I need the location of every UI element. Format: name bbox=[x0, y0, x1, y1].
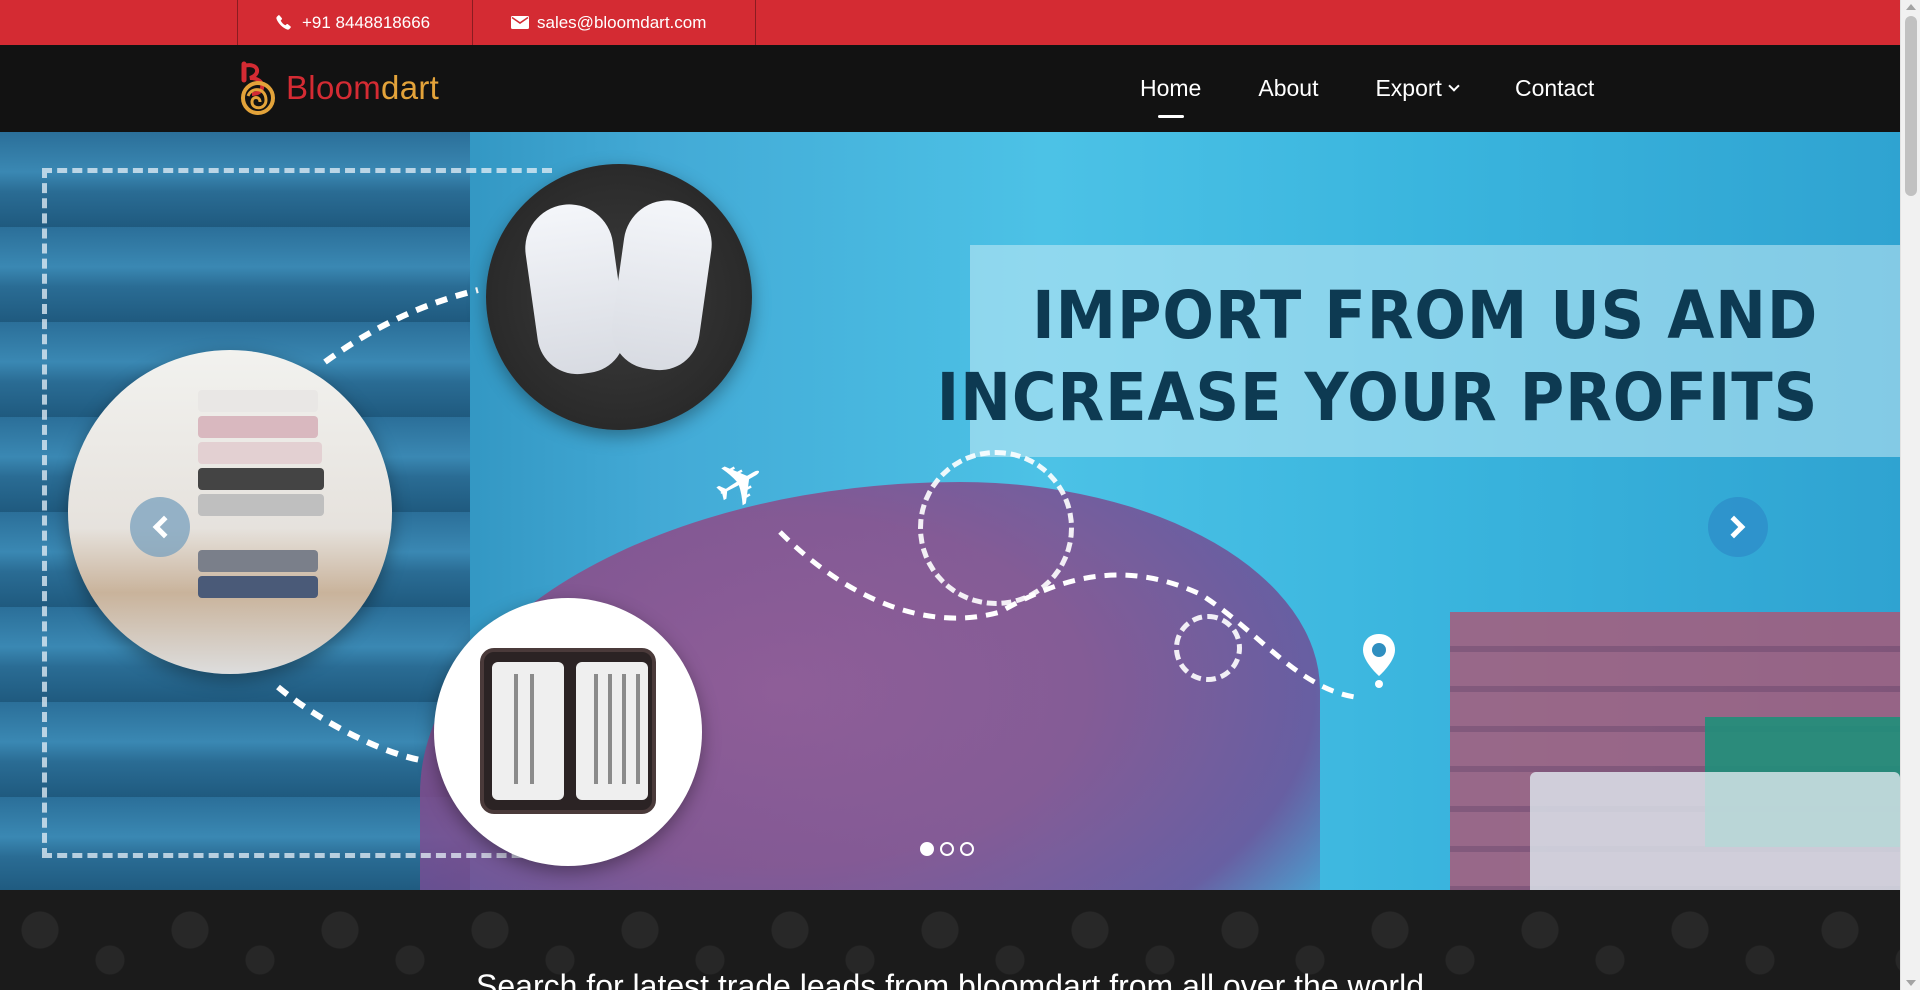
manicure-kit-image bbox=[434, 598, 702, 866]
chevron-right-icon bbox=[1722, 515, 1746, 539]
nav-export-label: Export bbox=[1375, 75, 1442, 101]
slider-prev-button[interactable] bbox=[130, 497, 190, 557]
nav-home[interactable]: Home bbox=[1140, 75, 1202, 118]
contact-bar: +91 8448818666 sales@bloomdart.com bbox=[0, 0, 1900, 45]
chevron-down-icon bbox=[1448, 79, 1460, 92]
scroll-down-icon[interactable] bbox=[1906, 980, 1916, 986]
location-pin-icon bbox=[1363, 634, 1395, 688]
mail-icon bbox=[511, 16, 529, 29]
nav-contact[interactable]: Contact bbox=[1515, 75, 1594, 102]
towels-image bbox=[68, 350, 392, 674]
slider-dot-2[interactable] bbox=[940, 842, 954, 856]
nav-about-label: About bbox=[1258, 75, 1319, 101]
nav-about[interactable]: About bbox=[1258, 75, 1318, 102]
phone-number[interactable]: +91 8448818666 bbox=[302, 13, 430, 33]
slider-pagination bbox=[920, 842, 974, 856]
page-scrollbar[interactable] bbox=[1900, 0, 1920, 990]
email-address[interactable]: sales@bloomdart.com bbox=[537, 13, 706, 33]
scrollbar-thumb[interactable] bbox=[1905, 16, 1917, 196]
bloomdart-logo-icon bbox=[241, 61, 275, 115]
phone-contact[interactable]: +91 8448818666 bbox=[237, 0, 473, 45]
chevron-left-icon bbox=[152, 515, 176, 539]
brand-name: Bloomdart bbox=[286, 69, 439, 107]
slider-next-button[interactable] bbox=[1708, 497, 1768, 557]
hero-slider: IMPORT FROM US AND INCREASE YOUR PROFITS… bbox=[0, 132, 1900, 890]
scroll-up-icon[interactable] bbox=[1906, 4, 1916, 10]
search-section-heading: Search for latest trade leads from bloom… bbox=[476, 968, 1424, 990]
slider-dot-3[interactable] bbox=[960, 842, 974, 856]
nav-home-label: Home bbox=[1140, 75, 1202, 101]
trade-search-section: Search for latest trade leads from bloom… bbox=[0, 890, 1900, 990]
phone-icon bbox=[276, 15, 291, 30]
main-nav: Home About Export Contact bbox=[1140, 45, 1594, 132]
slippers-image bbox=[486, 164, 752, 430]
nav-contact-label: Contact bbox=[1514, 75, 1595, 101]
nav-export[interactable]: Export bbox=[1375, 75, 1460, 102]
brand-logo[interactable]: Bloomdart bbox=[236, 60, 439, 116]
brand-name-part2: dart bbox=[381, 69, 440, 106]
site-header: Bloomdart Home About Export Contact bbox=[0, 45, 1900, 132]
brand-name-part1: Bloom bbox=[286, 69, 382, 106]
slider-dot-1[interactable] bbox=[920, 842, 934, 856]
email-contact[interactable]: sales@bloomdart.com bbox=[472, 0, 756, 45]
